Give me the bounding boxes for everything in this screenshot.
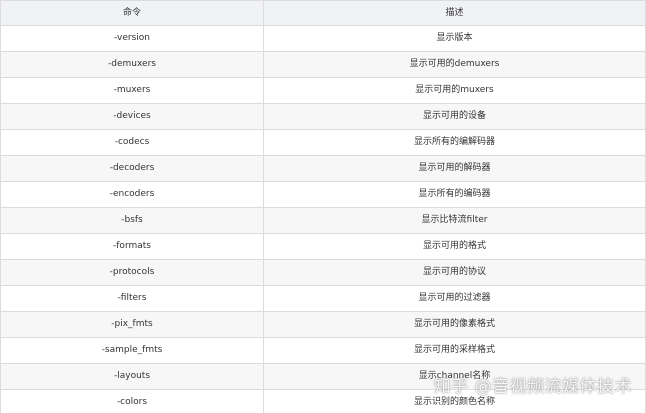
command-cell: -devices xyxy=(0,103,264,130)
command-cell: -colors xyxy=(0,389,264,413)
description-cell: 显示可用的demuxers xyxy=(263,51,646,78)
command-cell: -sample_fmts xyxy=(0,337,264,364)
description-cell: 显示可用的过滤器 xyxy=(263,285,646,312)
description-cell: 显示可用的像素格式 xyxy=(263,311,646,338)
description-cell: 显示版本 xyxy=(263,25,646,52)
command-cell: -decoders xyxy=(0,155,264,182)
command-cell: -version xyxy=(0,25,264,52)
description-cell: 显示比特流filter xyxy=(263,207,646,234)
command-cell: -bsfs xyxy=(0,207,264,234)
page: 命令 描述 -version 显示版本 -demuxers 显示可用的demux… xyxy=(0,0,646,413)
table-header-row: 命令 描述 xyxy=(0,0,646,26)
command-cell: -protocols xyxy=(0,259,264,286)
command-cell: -formats xyxy=(0,233,264,260)
command-cell: -demuxers xyxy=(0,51,264,78)
column-header-description: 描述 xyxy=(263,0,646,26)
table-row: -demuxers 显示可用的demuxers xyxy=(0,51,646,78)
command-cell: -layouts xyxy=(0,363,264,390)
table-row: -pix_fmts 显示可用的像素格式 xyxy=(0,311,646,338)
description-cell: 显示可用的muxers xyxy=(263,77,646,104)
table-row: -bsfs 显示比特流filter xyxy=(0,207,646,234)
table-row: -version 显示版本 xyxy=(0,25,646,52)
description-cell: 显示可用的解码器 xyxy=(263,155,646,182)
description-cell: 显示所有的编码器 xyxy=(263,181,646,208)
column-header-command: 命令 xyxy=(0,0,264,26)
table-row: -decoders 显示可用的解码器 xyxy=(0,155,646,182)
command-cell: -muxers xyxy=(0,77,264,104)
table-row: -filters 显示可用的过滤器 xyxy=(0,285,646,312)
description-cell: 显示可用的设备 xyxy=(263,103,646,130)
table-row: -muxers 显示可用的muxers xyxy=(0,77,646,104)
table-row: -codecs 显示所有的编解码器 xyxy=(0,129,646,156)
description-cell: 显示可用的格式 xyxy=(263,233,646,260)
description-cell: 显示所有的编解码器 xyxy=(263,129,646,156)
command-cell: -pix_fmts xyxy=(0,311,264,338)
table-row: -formats 显示可用的格式 xyxy=(0,233,646,260)
table-row: -protocols 显示可用的协议 xyxy=(0,259,646,286)
command-cell: -codecs xyxy=(0,129,264,156)
command-table: 命令 描述 -version 显示版本 -demuxers 显示可用的demux… xyxy=(0,0,646,413)
table-row: -encoders 显示所有的编码器 xyxy=(0,181,646,208)
command-cell: -filters xyxy=(0,285,264,312)
zhihu-watermark: 知乎 @音视频流媒体技术 xyxy=(433,377,632,397)
command-cell: -encoders xyxy=(0,181,264,208)
table-row: -sample_fmts 显示可用的采样格式 xyxy=(0,337,646,364)
table-row: -devices 显示可用的设备 xyxy=(0,103,646,130)
description-cell: 显示可用的采样格式 xyxy=(263,337,646,364)
description-cell: 显示可用的协议 xyxy=(263,259,646,286)
